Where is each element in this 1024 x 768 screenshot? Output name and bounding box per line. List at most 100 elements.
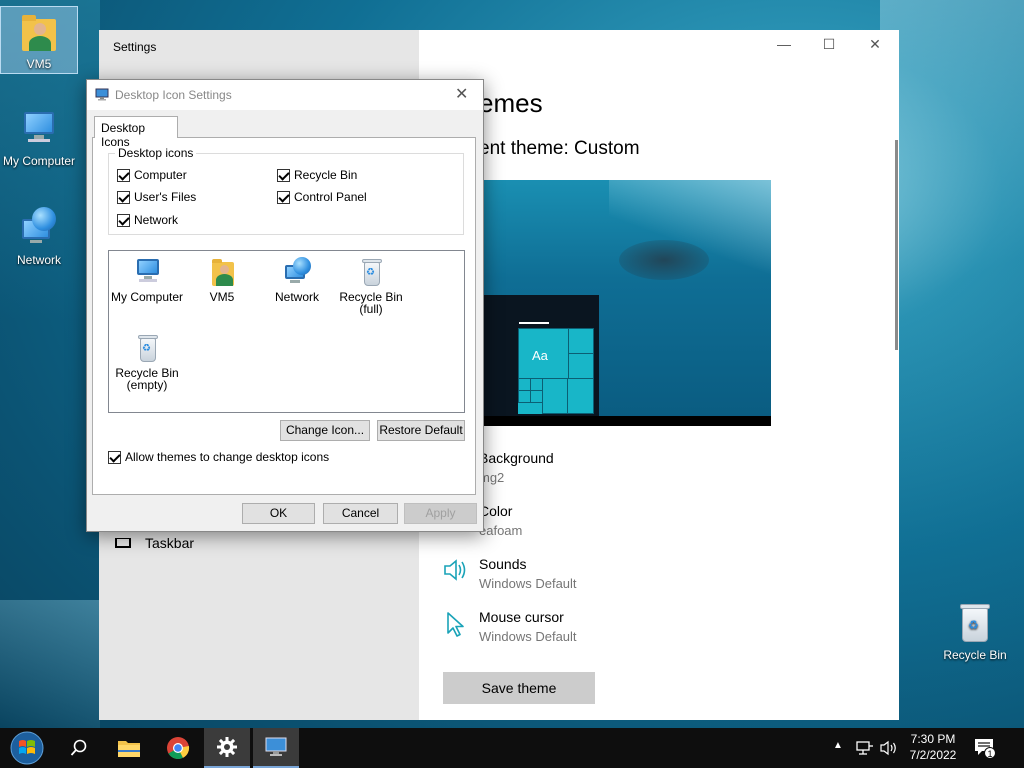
list-item-network[interactable]: Network — [257, 257, 337, 303]
checkbox-label: Allow themes to change desktop icons — [125, 450, 330, 464]
allow-themes-checkbox[interactable]: Allow themes to change desktop icons — [108, 450, 329, 464]
computer-checkbox[interactable]: Computer — [117, 168, 187, 182]
recycle-bin-icon: ♻ — [954, 602, 996, 644]
checkbox-checked — [108, 450, 121, 464]
settings-taskbar-button[interactable] — [204, 728, 250, 768]
list-item-vm5[interactable]: VM5 — [182, 257, 262, 303]
network-icon — [18, 207, 60, 249]
theme-preview: Aa — [479, 180, 771, 426]
clock-time: 7:30 PM — [910, 732, 956, 746]
checkbox-checked — [117, 168, 130, 182]
tab-desktop-icons[interactable]: Desktop Icons — [94, 116, 178, 149]
desktop-icons-group: Desktop icons Computer User's Files Netw… — [108, 146, 464, 235]
sidebar-item-label: Taskbar — [145, 535, 195, 551]
user-folder-icon — [18, 11, 60, 53]
cancel-button[interactable]: Cancel — [323, 503, 398, 524]
folder-icon — [118, 741, 140, 757]
notification-badge: 1 — [984, 747, 996, 759]
action-center-button[interactable]: 1 — [974, 738, 998, 760]
apply-button[interactable]: Apply — [404, 503, 477, 524]
minimize-button[interactable]: — — [769, 36, 799, 52]
change-icon-button[interactable]: Change Icon... — [280, 420, 370, 441]
checkbox-checked — [117, 190, 130, 204]
wallpaper-highlight — [0, 600, 100, 730]
control-panel-checkbox[interactable]: Control Panel — [277, 190, 367, 204]
close-button[interactable]: ✕ — [860, 36, 890, 53]
desktop-icon-label: Recycle Bin — [943, 648, 1007, 662]
save-theme-button[interactable]: Save theme — [443, 672, 595, 704]
preview-accent-bar — [519, 322, 549, 324]
network-checkbox[interactable]: Network — [117, 213, 178, 227]
dialog-title: Desktop Icon Settings — [115, 88, 232, 102]
checkbox-checked — [277, 168, 290, 182]
restore-default-button[interactable]: Restore Default — [377, 420, 465, 441]
icon-list[interactable]: My Computer VM5 Network ♻ Recycle Bin (f… — [108, 250, 465, 413]
close-icon[interactable]: ✕ — [455, 84, 468, 104]
background-label: Background — [479, 450, 554, 466]
color-label: Color — [479, 503, 513, 519]
desktop-icon-vm5[interactable]: VM5 — [0, 6, 78, 74]
search-button[interactable] — [56, 728, 102, 768]
desktop-settings-icon — [95, 88, 109, 101]
network-status-icon[interactable] — [856, 740, 874, 756]
mouse-cursor-icon — [447, 612, 464, 637]
chrome-button[interactable] — [155, 728, 201, 768]
show-hidden-icons-button[interactable]: ▲ — [833, 740, 843, 751]
users-files-checkbox[interactable]: User's Files — [117, 190, 196, 204]
clock[interactable]: 7:30 PM 7/2/2022 — [902, 732, 964, 762]
checkbox-label: User's Files — [134, 190, 197, 204]
recycle-bin-checkbox[interactable]: Recycle Bin — [277, 168, 357, 182]
sounds-icon — [444, 559, 466, 581]
start-button[interactable] — [2, 728, 52, 768]
gear-icon — [217, 737, 237, 757]
list-item-recycle-bin-empty[interactable]: ♻ Recycle Bin (empty) — [107, 333, 187, 391]
desktop-icon-my-computer[interactable]: My Computer — [0, 108, 78, 168]
dialog-title-bar[interactable]: Desktop Icon Settings ✕ — [87, 80, 483, 110]
chrome-icon — [167, 737, 190, 759]
list-item-my-computer[interactable]: My Computer — [107, 257, 187, 303]
desktop-icon-label: VM5 — [26, 57, 52, 71]
checkbox-label: Computer — [134, 168, 187, 182]
color-value: eafoam — [479, 523, 523, 538]
preview-wallpaper-subject — [619, 240, 709, 280]
list-item-label: My Computer — [110, 290, 184, 304]
sounds-label: Sounds — [479, 556, 527, 572]
scrollbar[interactable] — [895, 140, 898, 350]
volume-icon[interactable] — [879, 740, 899, 756]
desktop-icon-network[interactable]: Network — [0, 207, 78, 267]
list-item-label: VM5 — [209, 290, 235, 304]
computer-icon — [131, 257, 163, 287]
mouse-cursor-setting[interactable]: Mouse cursor Windows Default — [479, 609, 577, 644]
sounds-value: Windows Default — [479, 576, 577, 591]
network-icon — [281, 257, 313, 287]
preview-tiles: Aa — [518, 328, 594, 414]
preview-taskbar — [479, 416, 771, 426]
user-folder-icon — [206, 257, 238, 287]
checkbox-checked — [117, 213, 130, 227]
desktop-icon-settings-taskbar-button[interactable] — [253, 728, 299, 768]
taskbar: ▲ 7:30 PM 7/2/2022 1 — [0, 728, 1024, 768]
background-setting[interactable]: Background mg2 — [479, 450, 554, 485]
recycle-bin-full-icon: ♻ — [355, 257, 387, 287]
computer-icon — [18, 108, 60, 150]
desktop-icon-recycle-bin[interactable]: ♻ Recycle Bin — [936, 602, 1014, 662]
recycle-bin-empty-icon: ♻ — [131, 333, 163, 363]
file-explorer-button[interactable] — [106, 728, 152, 768]
desktop-icon-label: Network — [16, 253, 61, 267]
sounds-setting[interactable]: Sounds Windows Default — [479, 556, 577, 591]
desktop-icon-settings-dialog: Desktop Icon Settings ✕ Desktop Icons De… — [86, 79, 484, 532]
tile-grid — [518, 328, 594, 414]
mouse-cursor-label: Mouse cursor — [479, 609, 564, 625]
list-item-label: Recycle Bin (full) — [339, 290, 403, 316]
maximize-button[interactable]: ☐ — [814, 36, 844, 53]
desktop-settings-icon — [265, 737, 287, 756]
ok-button[interactable]: OK — [242, 503, 315, 524]
list-item-recycle-bin-full[interactable]: ♻ Recycle Bin (full) — [331, 257, 411, 315]
color-setting[interactable]: Color eafoam — [479, 503, 522, 538]
current-theme-label: ent theme: Custom — [479, 138, 640, 159]
background-value: mg2 — [479, 470, 505, 485]
list-item-label: Network — [274, 290, 319, 304]
taskbar-icon — [115, 538, 131, 548]
sidebar-item-taskbar[interactable]: Taskbar — [115, 535, 194, 551]
page-title: emes — [479, 88, 543, 118]
